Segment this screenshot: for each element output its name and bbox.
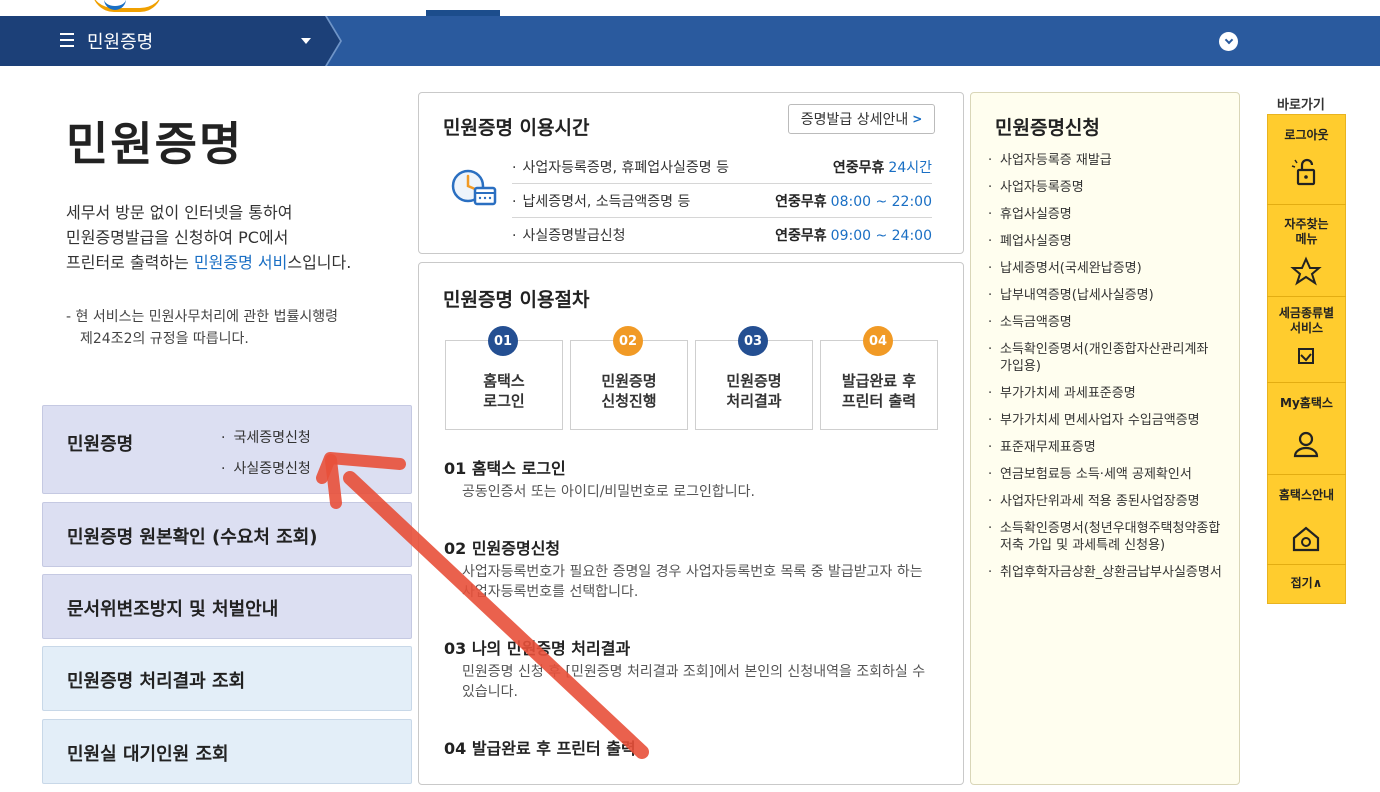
menu-segment[interactable]	[0, 16, 340, 66]
section-heading-2: 02 민원증명신청	[444, 539, 561, 558]
apply-list-item[interactable]: 부가가치세 면세사업자 수입금액증명	[988, 412, 1223, 429]
apply-list-item[interactable]: 부가가치세 과세표준증명	[988, 385, 1223, 402]
section-heading-1: 01 홈택스 로그인	[444, 459, 566, 478]
quick-logout-label[interactable]: 로그아웃	[1267, 128, 1346, 143]
apply-list-item[interactable]: 납세증명서(국세완납증명)	[988, 260, 1223, 277]
nav-title[interactable]: 민원증명	[87, 28, 153, 54]
quick-tax-service-label[interactable]: 세금종류별 서비스	[1267, 306, 1346, 336]
person-icon[interactable]	[1288, 428, 1324, 460]
caret-down-icon[interactable]	[301, 38, 311, 44]
checkbox-icon[interactable]	[1288, 341, 1324, 373]
hours-row: 사업자등록증명, 휴폐업사실증명 등 연중무휴24시간	[512, 150, 932, 184]
quick-divider	[1267, 382, 1346, 383]
apply-list-item[interactable]: 소득확인증명서(청년우대형주택청약종합저축 가입 및 과세특례 신청용)	[988, 520, 1223, 554]
menu-item-label: 문서위변조방지 및 처벌안내	[67, 599, 279, 620]
clock-calendar-icon	[451, 169, 497, 206]
hours-row: 납세증명서, 소득금액증명 등 연중무휴08:00 ~ 22:00	[512, 184, 932, 218]
logo[interactable]	[92, 0, 162, 12]
note-line-1: - 현 서비스는 민원사무처리에 관한 법률시행령	[66, 309, 339, 325]
hamburger-icon[interactable]	[60, 33, 74, 47]
legal-note: - 현 서비스는 민원사무처리에 관한 법률시행령 제24조2의 규정을 따릅니…	[66, 306, 386, 350]
apply-title: 민원증명신청	[995, 117, 1100, 139]
menu-sub-national-tax[interactable]: 국세증명신청	[221, 427, 310, 447]
section-heading-4: 04 발급완료 후 프린터 출력	[444, 739, 636, 758]
quick-faq-label[interactable]: 자주찾는 메뉴	[1267, 217, 1346, 247]
apply-list-item[interactable]: 표준재무제표증명	[988, 439, 1223, 456]
detail-guide-button[interactable]: 증명발급 상세안내 >	[788, 104, 935, 134]
hours-row: 사실증명발급신청 연중무휴09:00 ~ 24:00	[512, 218, 932, 252]
intro-line-3: 프린터로 출력하는 민원증명 서비스입니다.	[66, 253, 352, 272]
intro-line-2: 민원증명발급을 신청하여 PC에서	[66, 228, 289, 247]
apply-list-item[interactable]: 납부내역증명(납세사실증명)	[988, 287, 1223, 304]
step-badge-1: 01	[488, 326, 518, 356]
procedure-title: 민원증명 이용절차	[443, 289, 590, 311]
quick-fold-button[interactable]: 접기∧	[1267, 576, 1346, 591]
apply-list-item[interactable]: 사업자등록증 재발급	[988, 152, 1223, 169]
page-title: 민원증명	[66, 117, 244, 171]
apply-list: 사업자등록증 재발급사업자등록증명휴업사실증명폐업사실증명납세증명서(국세완납증…	[988, 152, 1223, 591]
apply-list-item[interactable]: 소득확인증명서(개인종합자산관리계좌 가입용)	[988, 341, 1223, 375]
intro-line-1: 세무서 방문 없이 인터넷을 통하여	[66, 203, 293, 222]
section-heading-3: 03 나의 민원증명 처리결과	[444, 639, 631, 658]
top-strip	[0, 0, 1380, 16]
menu-sub-fact-certificate[interactable]: 사실증명신청	[221, 458, 310, 478]
apply-list-item[interactable]: 사업자단위과세 적용 종된사업장증명	[988, 493, 1223, 510]
hours-title: 민원증명 이용시간	[443, 117, 590, 139]
intro-highlight: 민원증명 서비	[193, 253, 288, 272]
quick-title: 바로가기	[1277, 98, 1325, 113]
section-desc-1: 공동인증서 또는 아이디/비밀번호로 로그인합니다.	[462, 484, 755, 500]
unlock-icon[interactable]	[1288, 156, 1324, 188]
expand-circle-icon[interactable]	[1219, 32, 1238, 51]
chevron-right-icon: >	[912, 112, 923, 126]
menu-item-label: 민원실 대기인원 조회	[67, 744, 229, 765]
apply-list-item[interactable]: 소득금액증명	[988, 314, 1223, 331]
apply-list-item[interactable]: 사업자등록증명	[988, 179, 1223, 196]
menu-item-label: 민원증명 처리결과 조회	[67, 671, 246, 692]
menu-box-original-check[interactable]: 민원증명 원본확인 (수요처 조회)	[42, 502, 412, 567]
menu-box-waiting-lookup[interactable]: 민원실 대기인원 조회	[42, 719, 412, 784]
quick-guide-label[interactable]: 홈택스안내	[1267, 488, 1346, 503]
apply-list-item[interactable]: 휴업사실증명	[988, 206, 1223, 223]
menu-box-forgery-guide[interactable]: 문서위변조방지 및 처벌안내	[42, 574, 412, 639]
home-guide-icon[interactable]	[1288, 522, 1324, 554]
menu-box-main: 민원증명 국세증명신청 사실증명신청	[42, 405, 412, 494]
quick-divider	[1267, 474, 1346, 475]
apply-list-item[interactable]: 연금보험료등 소득·세액 공제확인서	[988, 466, 1223, 483]
apply-list-item[interactable]: 취업후학자금상환_상환금납부사실증명서	[988, 564, 1223, 581]
apply-list-item[interactable]: 폐업사실증명	[988, 233, 1223, 250]
quick-divider	[1267, 564, 1346, 565]
intro-text: 세무서 방문 없이 인터넷을 통하여 민원증명발급을 신청하여 PC에서 프린터…	[66, 200, 396, 275]
star-icon[interactable]	[1288, 255, 1324, 287]
step-badge-4: 04	[863, 326, 893, 356]
quick-my-hometax-label[interactable]: My홈택스	[1267, 396, 1346, 411]
quick-divider	[1267, 296, 1346, 297]
section-desc-3: 민원증명 신청 후 [민원증명 처리결과 조회]에서 본인의 신청내역을 조회하…	[462, 664, 926, 700]
menu-main-label[interactable]: 민원증명	[67, 430, 133, 456]
menu-box-result-lookup[interactable]: 민원증명 처리결과 조회	[42, 646, 412, 711]
step-badge-2: 02	[613, 326, 643, 356]
step-badge-3: 03	[738, 326, 768, 356]
note-line-2: 제24조2의 규정을 따릅니다.	[80, 331, 249, 347]
navbar: 민원증명	[0, 16, 1380, 66]
menu-item-label: 민원증명 원본확인 (수요처 조회)	[67, 527, 318, 548]
quick-divider	[1267, 204, 1346, 205]
section-desc-2: 사업자등록번호가 필요한 증명일 경우 사업자등록번호 목록 중 발급받고자 하…	[462, 564, 923, 600]
